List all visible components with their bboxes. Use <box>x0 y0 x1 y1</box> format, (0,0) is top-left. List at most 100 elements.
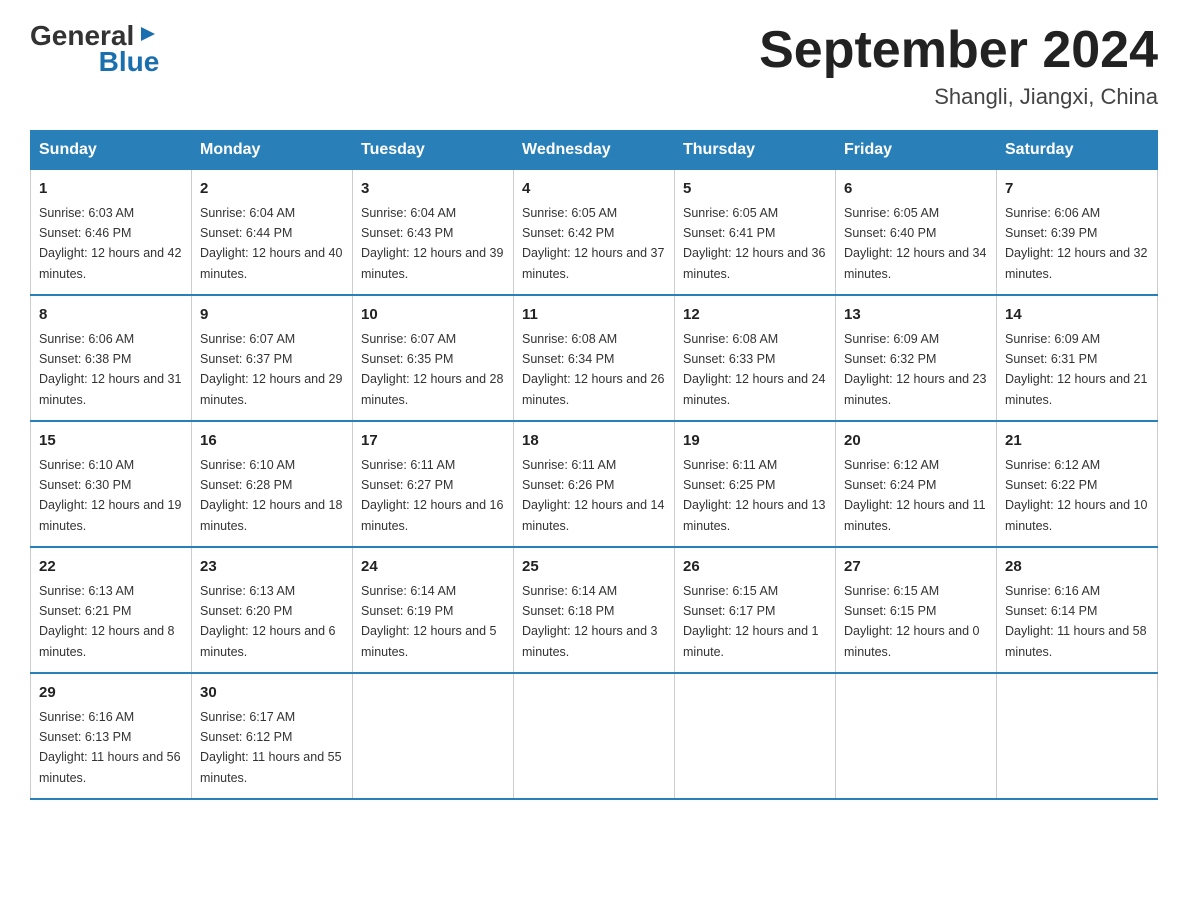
page-header: General Blue September 2024 Shangli, Jia… <box>30 20 1158 110</box>
day-info: Sunrise: 6:05 AMSunset: 6:40 PMDaylight:… <box>844 206 986 281</box>
calendar-cell: 8 Sunrise: 6:06 AMSunset: 6:38 PMDayligh… <box>31 295 192 421</box>
calendar-cell: 27 Sunrise: 6:15 AMSunset: 6:15 PMDaylig… <box>836 547 997 673</box>
day-number: 23 <box>200 556 344 579</box>
day-info: Sunrise: 6:16 AMSunset: 6:13 PMDaylight:… <box>39 710 181 785</box>
col-tuesday: Tuesday <box>353 131 514 170</box>
calendar-cell: 24 Sunrise: 6:14 AMSunset: 6:19 PMDaylig… <box>353 547 514 673</box>
calendar-cell: 15 Sunrise: 6:10 AMSunset: 6:30 PMDaylig… <box>31 421 192 547</box>
month-title: September 2024 <box>759 20 1158 80</box>
calendar-cell <box>353 673 514 799</box>
day-number: 9 <box>200 304 344 327</box>
calendar-week-3: 15 Sunrise: 6:10 AMSunset: 6:30 PMDaylig… <box>31 421 1158 547</box>
day-info: Sunrise: 6:09 AMSunset: 6:32 PMDaylight:… <box>844 332 986 407</box>
calendar-cell: 19 Sunrise: 6:11 AMSunset: 6:25 PMDaylig… <box>675 421 836 547</box>
calendar-week-5: 29 Sunrise: 6:16 AMSunset: 6:13 PMDaylig… <box>31 673 1158 799</box>
calendar-cell: 9 Sunrise: 6:07 AMSunset: 6:37 PMDayligh… <box>192 295 353 421</box>
calendar-cell <box>997 673 1158 799</box>
day-info: Sunrise: 6:06 AMSunset: 6:38 PMDaylight:… <box>39 332 181 407</box>
day-number: 22 <box>39 556 183 579</box>
day-number: 4 <box>522 178 666 201</box>
calendar-cell: 7 Sunrise: 6:06 AMSunset: 6:39 PMDayligh… <box>997 170 1158 296</box>
day-number: 16 <box>200 430 344 453</box>
calendar-cell: 25 Sunrise: 6:14 AMSunset: 6:18 PMDaylig… <box>514 547 675 673</box>
day-number: 6 <box>844 178 988 201</box>
day-number: 19 <box>683 430 827 453</box>
day-number: 21 <box>1005 430 1149 453</box>
calendar-cell: 29 Sunrise: 6:16 AMSunset: 6:13 PMDaylig… <box>31 673 192 799</box>
calendar-cell: 30 Sunrise: 6:17 AMSunset: 6:12 PMDaylig… <box>192 673 353 799</box>
calendar-cell: 3 Sunrise: 6:04 AMSunset: 6:43 PMDayligh… <box>353 170 514 296</box>
col-sunday: Sunday <box>31 131 192 170</box>
day-number: 30 <box>200 682 344 705</box>
title-section: September 2024 Shangli, Jiangxi, China <box>759 20 1158 110</box>
header-row: Sunday Monday Tuesday Wednesday Thursday… <box>31 131 1158 170</box>
day-info: Sunrise: 6:12 AMSunset: 6:24 PMDaylight:… <box>844 458 986 533</box>
calendar-week-4: 22 Sunrise: 6:13 AMSunset: 6:21 PMDaylig… <box>31 547 1158 673</box>
calendar-cell: 5 Sunrise: 6:05 AMSunset: 6:41 PMDayligh… <box>675 170 836 296</box>
day-info: Sunrise: 6:11 AMSunset: 6:26 PMDaylight:… <box>522 458 664 533</box>
day-info: Sunrise: 6:16 AMSunset: 6:14 PMDaylight:… <box>1005 584 1147 659</box>
day-number: 12 <box>683 304 827 327</box>
day-info: Sunrise: 6:11 AMSunset: 6:25 PMDaylight:… <box>683 458 825 533</box>
day-number: 11 <box>522 304 666 327</box>
calendar-week-1: 1 Sunrise: 6:03 AMSunset: 6:46 PMDayligh… <box>31 170 1158 296</box>
calendar-cell: 17 Sunrise: 6:11 AMSunset: 6:27 PMDaylig… <box>353 421 514 547</box>
day-number: 28 <box>1005 556 1149 579</box>
calendar-body: 1 Sunrise: 6:03 AMSunset: 6:46 PMDayligh… <box>31 170 1158 800</box>
day-number: 10 <box>361 304 505 327</box>
calendar-cell: 23 Sunrise: 6:13 AMSunset: 6:20 PMDaylig… <box>192 547 353 673</box>
day-info: Sunrise: 6:08 AMSunset: 6:33 PMDaylight:… <box>683 332 825 407</box>
day-number: 26 <box>683 556 827 579</box>
day-number: 18 <box>522 430 666 453</box>
day-info: Sunrise: 6:14 AMSunset: 6:18 PMDaylight:… <box>522 584 658 659</box>
logo-icon <box>137 23 159 45</box>
day-number: 20 <box>844 430 988 453</box>
day-info: Sunrise: 6:07 AMSunset: 6:37 PMDaylight:… <box>200 332 342 407</box>
calendar-cell: 21 Sunrise: 6:12 AMSunset: 6:22 PMDaylig… <box>997 421 1158 547</box>
day-info: Sunrise: 6:15 AMSunset: 6:17 PMDaylight:… <box>683 584 819 659</box>
day-info: Sunrise: 6:05 AMSunset: 6:41 PMDaylight:… <box>683 206 825 281</box>
logo-blue-text: Blue <box>99 46 160 77</box>
calendar-cell: 6 Sunrise: 6:05 AMSunset: 6:40 PMDayligh… <box>836 170 997 296</box>
calendar-cell: 18 Sunrise: 6:11 AMSunset: 6:26 PMDaylig… <box>514 421 675 547</box>
col-thursday: Thursday <box>675 131 836 170</box>
day-info: Sunrise: 6:14 AMSunset: 6:19 PMDaylight:… <box>361 584 497 659</box>
day-info: Sunrise: 6:15 AMSunset: 6:15 PMDaylight:… <box>844 584 980 659</box>
calendar-cell <box>514 673 675 799</box>
calendar-week-2: 8 Sunrise: 6:06 AMSunset: 6:38 PMDayligh… <box>31 295 1158 421</box>
day-number: 24 <box>361 556 505 579</box>
calendar-cell: 13 Sunrise: 6:09 AMSunset: 6:32 PMDaylig… <box>836 295 997 421</box>
day-info: Sunrise: 6:06 AMSunset: 6:39 PMDaylight:… <box>1005 206 1147 281</box>
calendar-header: Sunday Monday Tuesday Wednesday Thursday… <box>31 131 1158 170</box>
day-info: Sunrise: 6:10 AMSunset: 6:30 PMDaylight:… <box>39 458 181 533</box>
calendar-cell: 22 Sunrise: 6:13 AMSunset: 6:21 PMDaylig… <box>31 547 192 673</box>
day-number: 29 <box>39 682 183 705</box>
calendar-cell <box>675 673 836 799</box>
day-info: Sunrise: 6:10 AMSunset: 6:28 PMDaylight:… <box>200 458 342 533</box>
col-monday: Monday <box>192 131 353 170</box>
calendar-cell: 16 Sunrise: 6:10 AMSunset: 6:28 PMDaylig… <box>192 421 353 547</box>
day-info: Sunrise: 6:07 AMSunset: 6:35 PMDaylight:… <box>361 332 503 407</box>
day-info: Sunrise: 6:04 AMSunset: 6:44 PMDaylight:… <box>200 206 342 281</box>
day-number: 1 <box>39 178 183 201</box>
day-number: 7 <box>1005 178 1149 201</box>
day-info: Sunrise: 6:09 AMSunset: 6:31 PMDaylight:… <box>1005 332 1147 407</box>
calendar-cell: 4 Sunrise: 6:05 AMSunset: 6:42 PMDayligh… <box>514 170 675 296</box>
day-number: 27 <box>844 556 988 579</box>
calendar-cell: 20 Sunrise: 6:12 AMSunset: 6:24 PMDaylig… <box>836 421 997 547</box>
day-number: 5 <box>683 178 827 201</box>
logo: General Blue <box>30 20 159 78</box>
calendar-cell <box>836 673 997 799</box>
day-number: 8 <box>39 304 183 327</box>
day-number: 25 <box>522 556 666 579</box>
day-info: Sunrise: 6:05 AMSunset: 6:42 PMDaylight:… <box>522 206 664 281</box>
day-info: Sunrise: 6:12 AMSunset: 6:22 PMDaylight:… <box>1005 458 1147 533</box>
calendar-cell: 10 Sunrise: 6:07 AMSunset: 6:35 PMDaylig… <box>353 295 514 421</box>
col-wednesday: Wednesday <box>514 131 675 170</box>
calendar-cell: 12 Sunrise: 6:08 AMSunset: 6:33 PMDaylig… <box>675 295 836 421</box>
calendar-cell: 11 Sunrise: 6:08 AMSunset: 6:34 PMDaylig… <box>514 295 675 421</box>
day-info: Sunrise: 6:13 AMSunset: 6:21 PMDaylight:… <box>39 584 175 659</box>
col-saturday: Saturday <box>997 131 1158 170</box>
col-friday: Friday <box>836 131 997 170</box>
day-number: 14 <box>1005 304 1149 327</box>
